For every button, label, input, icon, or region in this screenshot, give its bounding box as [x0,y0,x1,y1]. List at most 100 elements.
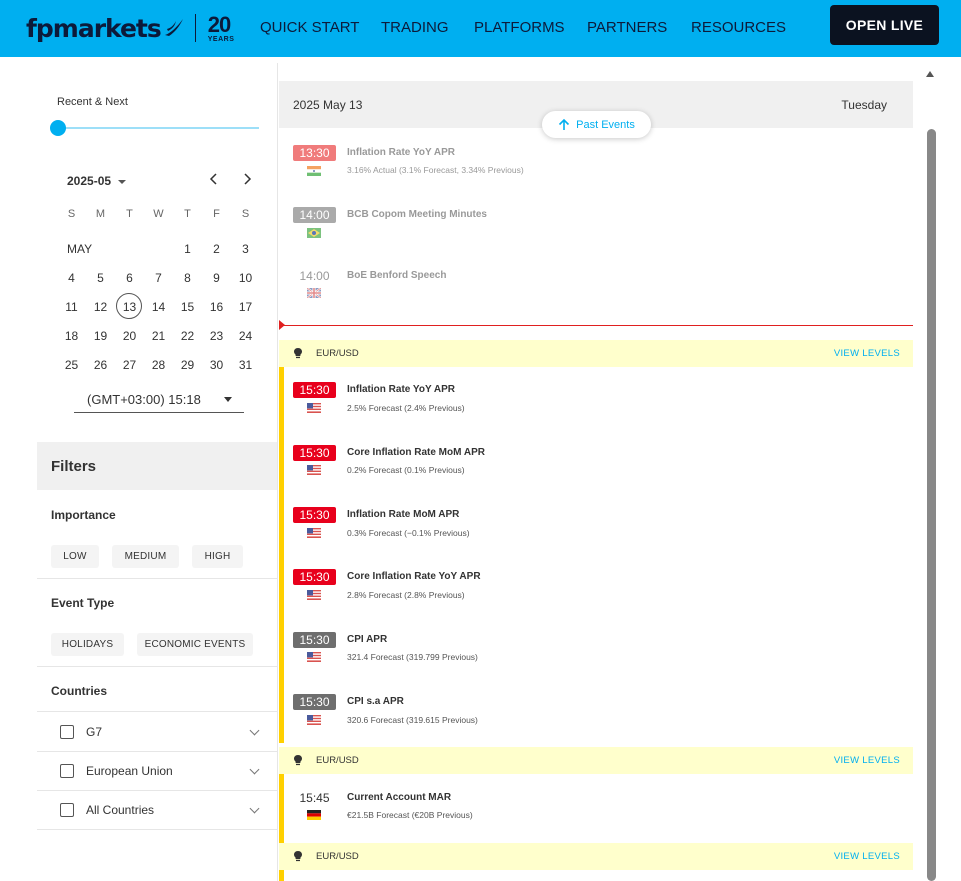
country-label: European Union [86,763,173,778]
chevron-left-icon[interactable] [209,173,219,185]
country-filter-g7[interactable]: G7 [37,712,277,751]
range-label: Recent & Next [57,96,128,108]
calendar-day[interactable]: 27 [115,358,144,372]
event-title[interactable]: CPI s.a APR [347,696,404,707]
group-header: EUR/USD VIEW LEVELS [279,747,913,774]
nav-resources[interactable]: RESOURCES [691,19,786,36]
events-list: 2025 May 13 Tuesday Past Events 13:30 In… [279,63,913,881]
range-slider-track[interactable] [57,127,259,129]
page-scrollbar[interactable] [922,63,940,881]
chevron-down-icon[interactable] [249,803,260,814]
calendar-day[interactable]: 30 [202,358,231,372]
calendar-day[interactable]: 18 [57,329,86,343]
weekday-mon: M [95,208,106,220]
calendar-day[interactable]: 24 [231,329,260,343]
calendar-day-today[interactable]: 13 [115,300,144,314]
calendar-day[interactable]: 7 [144,271,173,285]
event-type-chip-economic[interactable]: ECONOMIC EVENTS [137,633,253,656]
calendar-day[interactable]: 15 [173,300,202,314]
calendar-day[interactable]: 28 [144,358,173,372]
calendar-day[interactable]: 29 [173,358,202,372]
calendar-day[interactable]: 5 [86,271,115,285]
event-detail: 320.6 Forecast (319.615 Previous) [347,715,478,725]
event-title[interactable]: Inflation Rate MoM APR [347,509,459,520]
event-title[interactable]: BCB Copom Meeting Minutes [347,209,487,220]
instrument-label: EUR/USD [316,348,359,359]
checkbox[interactable] [60,724,74,739]
weekday-tue: T [126,208,133,220]
calendar-day[interactable]: 11 [57,300,86,314]
calendar-day[interactable]: 1 [173,242,202,256]
calendar-day[interactable]: 23 [202,329,231,343]
country-label: All Countries [86,802,155,817]
country-label: G7 [86,724,103,739]
calendar-day[interactable]: 8 [173,271,202,285]
calendar-day[interactable]: 2 [202,242,231,256]
divider [37,578,277,579]
event-title[interactable]: Core Inflation Rate YoY APR [347,571,481,582]
calendar-day[interactable]: 10 [231,271,260,285]
logo-wordmark: fpmarkets [26,13,162,43]
calendar-day[interactable]: 4 [57,271,86,285]
scrollbar-thumb[interactable] [927,129,936,881]
checkbox[interactable] [60,763,74,778]
calendar-day[interactable]: 6 [115,271,144,285]
calendar-day[interactable]: 25 [57,358,86,372]
us-flag-icon [307,652,321,662]
nav-partners[interactable]: PARTNERS [587,19,667,36]
lightbulb-icon [294,348,302,359]
nav-quick-start[interactable]: QUICK START [260,19,359,36]
event-type-label: Event Type [51,596,115,610]
timezone-value: (GMT+03:00) 15:18 [87,392,201,407]
calendar-day[interactable]: 17 [231,300,260,314]
importance-chip-low[interactable]: LOW [51,545,99,568]
date-label: 2025 May 13 [293,98,363,112]
event-title[interactable]: CPI APR [347,634,387,645]
event-type-chip-holidays[interactable]: HOLIDAYS [51,633,124,656]
calendar-day[interactable]: 9 [202,271,231,285]
calendar-day[interactable]: 22 [173,329,202,343]
event-title[interactable]: Inflation Rate YoY APR [347,384,455,395]
calendar-sidebar: Recent & Next 2025-05 S M T W T F S MAY … [37,63,278,881]
divider [37,829,277,830]
event-time-badge: 15:45 [299,791,330,805]
calendar-day[interactable]: 31 [231,358,260,372]
fpmarkets-logo[interactable]: fpmarkets 20 YEARS [26,10,234,46]
calendar-day[interactable]: 21 [144,329,173,343]
scroll-up-arrow-icon[interactable] [926,71,934,77]
nav-trading[interactable]: TRADING [381,19,449,36]
view-levels-link[interactable]: VIEW LEVELS [834,348,900,359]
calendar-day[interactable]: 20 [115,329,144,343]
importance-chip-medium[interactable]: MEDIUM [112,545,179,568]
checkbox[interactable] [60,802,74,817]
calendar-day[interactable]: 16 [202,300,231,314]
calendar-day[interactable]: 14 [144,300,173,314]
chevron-down-icon[interactable] [249,725,260,736]
us-flag-icon [307,528,321,538]
calendar-day[interactable]: 12 [86,300,115,314]
event-title[interactable]: BoE Benford Speech [347,270,446,281]
range-slider-handle[interactable] [50,120,66,136]
timezone-select[interactable]: (GMT+03:00) 15:18 [74,387,244,413]
event-time-badge: 15:30 [293,445,336,461]
open-live-button[interactable]: OPEN LIVE [830,5,939,45]
month-selector[interactable]: 2025-05 [67,174,127,188]
nav-platforms[interactable]: PLATFORMS [474,19,565,36]
country-filter-all-countries[interactable]: All Countries [37,790,277,829]
calendar-day[interactable]: 3 [231,242,260,256]
calendar-day[interactable]: 26 [86,358,115,372]
event-detail: 3.16% Actual (3.1% Forecast, 3.34% Previ… [347,165,524,175]
country-filter-european-union[interactable]: European Union [37,751,277,790]
event-title[interactable]: Inflation Rate YoY APR [347,147,455,158]
past-events-button[interactable]: Past Events [542,111,651,138]
view-levels-link[interactable]: VIEW LEVELS [834,851,900,862]
chevron-right-icon[interactable] [242,173,252,185]
germany-flag-icon [307,810,321,820]
calendar-day[interactable]: 19 [86,329,115,343]
event-title[interactable]: Core Inflation Rate MoM APR [347,447,485,458]
event-title[interactable]: Current Account MAR [347,792,451,803]
weekday-label: Tuesday [841,98,887,112]
chevron-down-icon[interactable] [249,764,260,775]
importance-chip-high[interactable]: HIGH [192,545,243,568]
view-levels-link[interactable]: VIEW LEVELS [834,755,900,766]
